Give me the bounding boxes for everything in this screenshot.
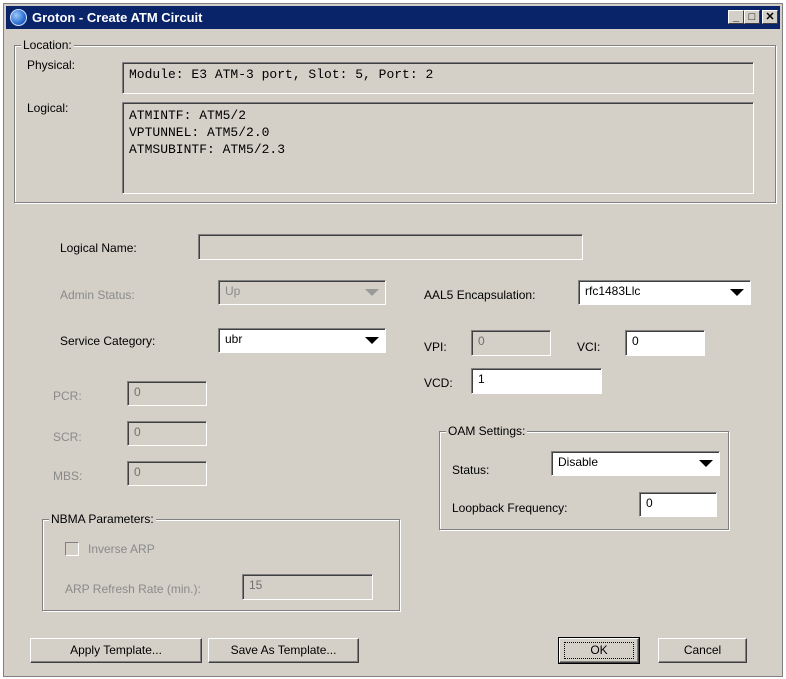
- oam-status-label: Status:: [452, 463, 490, 477]
- aal5-encapsulation-select[interactable]: rfc1483Llc: [578, 280, 751, 305]
- logical-label: Logical:: [27, 101, 69, 115]
- loopback-frequency-input[interactable]: 0: [639, 492, 717, 517]
- vpi-input[interactable]: 0: [471, 330, 551, 356]
- logical-name-input[interactable]: [198, 234, 583, 260]
- oam-legend: OAM Settings:: [446, 424, 528, 438]
- logical-value: ATMINTF: ATM5/2 VPTUNNEL: ATM5/2.0 ATMSU…: [122, 102, 754, 194]
- chevron-down-icon: [730, 289, 744, 296]
- arp-refresh-label: ARP Refresh Rate (min.):: [65, 582, 201, 596]
- scr-label: SCR:: [53, 430, 82, 444]
- physical-value: Module: E3 ATM-3 port, Slot: 5, Port: 2: [122, 62, 754, 94]
- vci-input[interactable]: 0: [625, 330, 705, 356]
- chevron-down-icon: [699, 460, 713, 467]
- oam-status-select[interactable]: Disable: [551, 451, 720, 476]
- service-category-value: ubr: [225, 332, 243, 346]
- maximize-button[interactable]: □: [744, 10, 760, 24]
- inverse-arp-label: Inverse ARP: [88, 542, 155, 556]
- scr-input[interactable]: 0: [127, 421, 207, 446]
- mbs-label: MBS:: [53, 469, 83, 483]
- minimize-button[interactable]: _: [728, 10, 744, 24]
- aal5-value: rfc1483Llc: [585, 284, 641, 298]
- ok-button[interactable]: OK: [558, 637, 640, 664]
- physical-label: Physical:: [27, 58, 76, 72]
- app-globe-icon: [10, 9, 27, 26]
- admin-status-value: Up: [225, 284, 241, 298]
- nbma-legend: NBMA Parameters:: [49, 512, 156, 526]
- vcd-label: VCD:: [424, 376, 453, 390]
- title-bar[interactable]: Groton - Create ATM Circuit _ □ ✕: [6, 6, 780, 29]
- pcr-label: PCR:: [53, 389, 82, 403]
- dialog-window: Groton - Create ATM Circuit _ □ ✕ Locati…: [3, 3, 783, 677]
- loopback-label: Loopback Frequency:: [452, 501, 568, 515]
- apply-template-button[interactable]: Apply Template...: [30, 638, 202, 663]
- logical-name-label: Logical Name:: [60, 241, 137, 255]
- pcr-input[interactable]: 0: [127, 381, 207, 406]
- vcd-input[interactable]: 1: [471, 368, 602, 394]
- oam-settings-group: OAM Settings: Status: Disable Loopback F…: [439, 424, 729, 530]
- admin-status-select[interactable]: Up: [218, 280, 386, 305]
- vci-label: VCI:: [577, 340, 601, 354]
- chevron-down-icon: [365, 289, 379, 296]
- location-group: Location: Physical: Module: E3 ATM-3 por…: [14, 38, 776, 203]
- nbma-parameters-group: NBMA Parameters: Inverse ARP ARP Refresh…: [42, 512, 400, 611]
- cancel-button[interactable]: Cancel: [658, 638, 747, 663]
- service-category-select[interactable]: ubr: [218, 328, 386, 353]
- inverse-arp-checkbox[interactable]: [65, 542, 79, 556]
- service-category-label: Service Category:: [60, 334, 156, 348]
- window-title: Groton - Create ATM Circuit: [32, 10, 203, 25]
- focus-ring: [564, 642, 634, 659]
- aal5-label: AAL5 Encapsulation:: [424, 288, 536, 302]
- admin-status-label: Admin Status:: [60, 288, 135, 302]
- location-legend: Location:: [21, 38, 74, 52]
- arp-refresh-rate-input[interactable]: 15: [242, 574, 373, 600]
- mbs-input[interactable]: 0: [127, 461, 207, 486]
- close-button[interactable]: ✕: [762, 10, 778, 24]
- vpi-label: VPI:: [424, 340, 447, 354]
- oam-status-value: Disable: [558, 455, 599, 469]
- chevron-down-icon: [365, 337, 379, 344]
- save-as-template-button[interactable]: Save As Template...: [208, 638, 359, 663]
